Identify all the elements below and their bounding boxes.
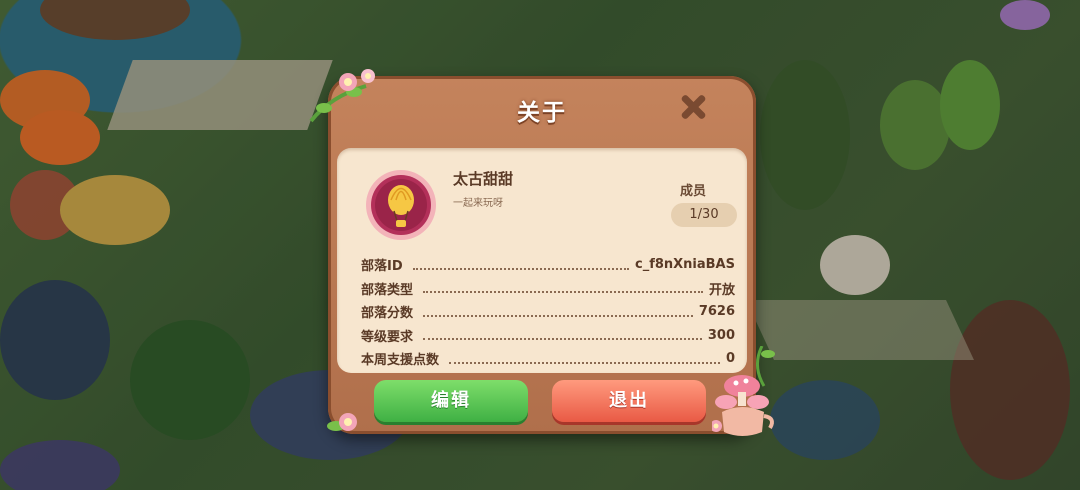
detail-label: 部落ID <box>361 259 403 275</box>
clan-info-panel: 太古甜甜 一起来玩呀 成员 1/30 部落ID c_f8nXniaBAS 部落类… <box>337 148 747 373</box>
dotted-leader <box>423 314 693 317</box>
members-count: 1/30 <box>671 203 737 227</box>
clan-motto: 一起来玩呀 <box>453 198 503 209</box>
dotted-leader <box>449 361 720 364</box>
clan-details-list: 部落ID c_f8nXniaBAS 部落类型 开放 部落分数 7626 等级要求… <box>361 253 735 371</box>
detail-label: 本周支援点数 <box>361 353 440 369</box>
dotted-leader <box>423 291 703 294</box>
dotted-leader <box>423 338 702 341</box>
hot-air-balloon-icon <box>366 170 436 240</box>
mushroom-teapot-decoration-icon <box>712 346 775 436</box>
close-icon[interactable] <box>678 92 708 122</box>
detail-row-weekly-support: 本周支援点数 0 <box>361 347 735 371</box>
detail-label: 等级要求 <box>361 329 414 345</box>
clan-info-dialog: 关于 太古甜甜 一起来玩呀 成员 1/30 部落ID c_f8nXniaBAS … <box>309 69 775 436</box>
flower-decoration-icon <box>327 413 357 431</box>
detail-label: 部落类型 <box>361 282 414 298</box>
detail-value: c_f8nXniaBAS <box>634 257 735 273</box>
detail-row-level-requirement: 等级要求 300 <box>361 324 735 348</box>
detail-value: 300 <box>707 327 735 343</box>
detail-value: 7626 <box>698 304 735 320</box>
detail-row-clan-id: 部落ID c_f8nXniaBAS <box>361 253 735 277</box>
detail-row-clan-type: 部落类型 开放 <box>361 277 735 301</box>
detail-label: 部落分数 <box>361 306 414 322</box>
members-label: 成员 <box>680 184 707 199</box>
dotted-leader <box>412 267 629 270</box>
detail-row-clan-score: 部落分数 7626 <box>361 300 735 324</box>
detail-value: 开放 <box>708 282 735 298</box>
clan-name: 太古甜甜 <box>453 170 514 188</box>
edit-button[interactable]: 编辑 <box>374 380 528 422</box>
exit-button[interactable]: 退出 <box>552 380 706 422</box>
